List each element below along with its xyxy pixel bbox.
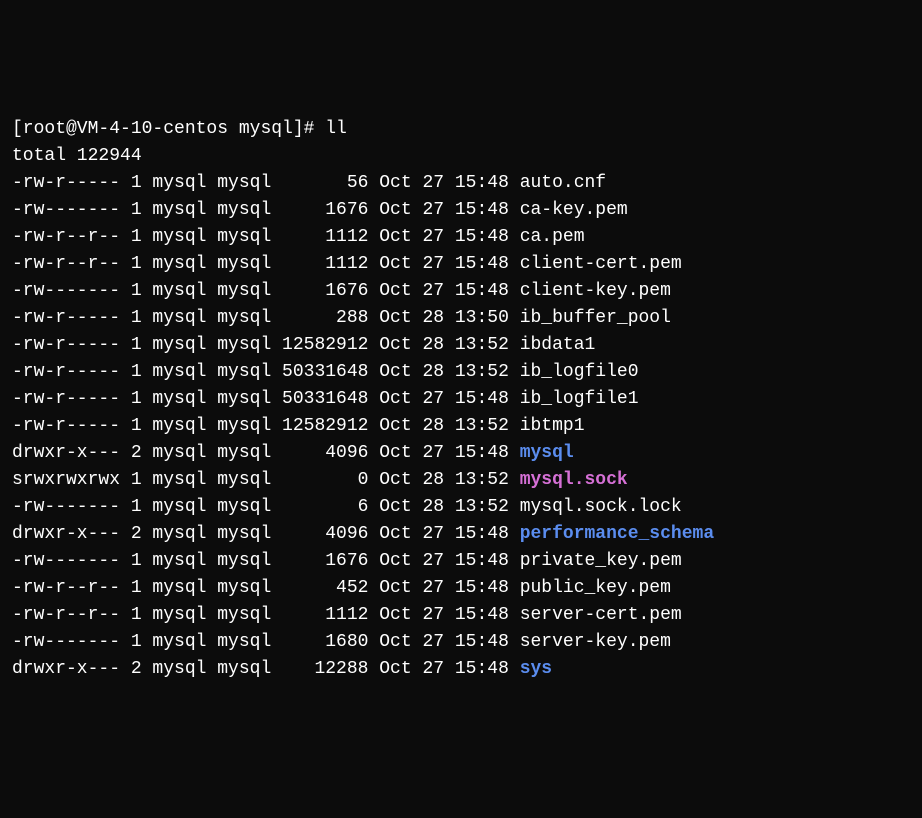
listing-row: drwxr-x--- 2 mysql mysql 4096 Oct 27 15:… — [12, 440, 910, 467]
listing-row: -rw-r----- 1 mysql mysql 56 Oct 27 15:48… — [12, 170, 910, 197]
total-line: total 122944 — [12, 143, 910, 170]
listing-row: -rw-r----- 1 mysql mysql 12582912 Oct 28… — [12, 413, 910, 440]
listing-row: -rw------- 1 mysql mysql 6 Oct 28 13:52 … — [12, 494, 910, 521]
file-name: ib_buffer_pool — [520, 308, 671, 328]
file-name: ib_logfile1 — [520, 389, 639, 409]
file-name: ca.pem — [520, 227, 585, 247]
file-name: mysql.sock.lock — [520, 497, 682, 517]
listing-row: drwxr-x--- 2 mysql mysql 4096 Oct 27 15:… — [12, 521, 910, 548]
listing-row: -rw------- 1 mysql mysql 1676 Oct 27 15:… — [12, 548, 910, 575]
file-name: mysql.sock — [520, 470, 628, 490]
file-name: client-cert.pem — [520, 254, 682, 274]
file-name: sys — [520, 659, 552, 679]
file-name: ib_logfile0 — [520, 362, 639, 382]
listing-row: -rw------- 1 mysql mysql 1680 Oct 27 15:… — [12, 629, 910, 656]
listing-row: -rw------- 1 mysql mysql 1676 Oct 27 15:… — [12, 197, 910, 224]
listing-row: -rw-r--r-- 1 mysql mysql 1112 Oct 27 15:… — [12, 602, 910, 629]
listing-row: -rw-r--r-- 1 mysql mysql 1112 Oct 27 15:… — [12, 224, 910, 251]
listing-row: srwxrwxrwx 1 mysql mysql 0 Oct 28 13:52 … — [12, 467, 910, 494]
terminal-output[interactable]: [root@VM-4-10-centos mysql]# lltotal 122… — [12, 116, 910, 683]
listing-row: drwxr-x--- 2 mysql mysql 12288 Oct 27 15… — [12, 656, 910, 683]
listing-row: -rw------- 1 mysql mysql 1676 Oct 27 15:… — [12, 278, 910, 305]
file-name: client-key.pem — [520, 281, 671, 301]
listing-row: -rw-r--r-- 1 mysql mysql 1112 Oct 27 15:… — [12, 251, 910, 278]
file-name: ibdata1 — [520, 335, 596, 355]
file-name: mysql — [520, 443, 574, 463]
file-name: ibtmp1 — [520, 416, 585, 436]
file-name: server-key.pem — [520, 632, 671, 652]
listing-row: -rw-r----- 1 mysql mysql 50331648 Oct 28… — [12, 359, 910, 386]
file-name: ca-key.pem — [520, 200, 628, 220]
file-name: public_key.pem — [520, 578, 671, 598]
prompt-line: [root@VM-4-10-centos mysql]# ll — [12, 116, 910, 143]
file-name: server-cert.pem — [520, 605, 682, 625]
file-name: private_key.pem — [520, 551, 682, 571]
file-name: performance_schema — [520, 524, 714, 544]
listing-row: -rw-r----- 1 mysql mysql 288 Oct 28 13:5… — [12, 305, 910, 332]
listing-row: -rw-r--r-- 1 mysql mysql 452 Oct 27 15:4… — [12, 575, 910, 602]
file-name: auto.cnf — [520, 173, 606, 193]
listing-row: -rw-r----- 1 mysql mysql 50331648 Oct 27… — [12, 386, 910, 413]
listing-row: -rw-r----- 1 mysql mysql 12582912 Oct 28… — [12, 332, 910, 359]
